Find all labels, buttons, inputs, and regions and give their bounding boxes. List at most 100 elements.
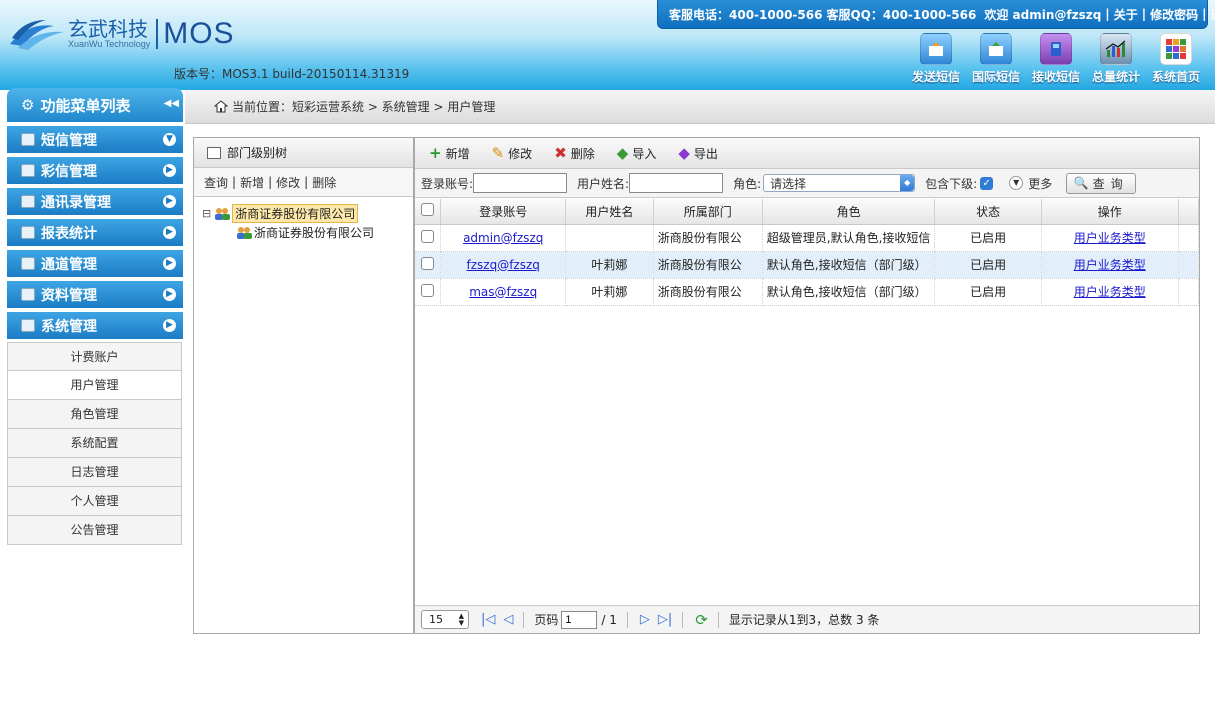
column-header[interactable]: 角色 [762, 199, 936, 225]
role-select[interactable]: 请选择 ◆ [763, 174, 916, 192]
sidebar-title-text: 功能菜单列表 [40, 96, 131, 115]
row-checkbox[interactable] [421, 256, 435, 270]
home-grid-icon [1160, 33, 1192, 65]
separator: | [1141, 7, 1147, 21]
change-password-link[interactable]: 修改密码 [1150, 6, 1198, 23]
submenu-role-management[interactable]: 角色管理 [7, 400, 182, 429]
quick-intl-sms-button[interactable]: 国际短信 [966, 33, 1026, 85]
page-number-input[interactable] [561, 610, 598, 629]
role-cell: 默认角色,接收短信（部门级） [762, 278, 936, 306]
collapse-sidebar-icon[interactable]: ◀◀ [164, 98, 179, 109]
account-input[interactable] [473, 173, 568, 193]
account-link[interactable]: mas@fzszq [469, 285, 537, 299]
first-page-icon[interactable]: |◁ [481, 612, 495, 627]
delete-button[interactable]: ✖ 删除 [554, 144, 595, 162]
tree-actions: 查询 | 新增 | 修改 | 删除 [194, 168, 413, 197]
submenu-notice-management[interactable]: 公告管理 [7, 516, 182, 545]
username-input[interactable] [629, 173, 724, 193]
column-header[interactable]: 状态 [934, 199, 1042, 225]
user-name-cell [565, 224, 654, 252]
import-button[interactable]: ◆ 导入 [617, 144, 657, 162]
column-header[interactable]: 登录账号 [440, 199, 567, 225]
next-page-icon[interactable]: ▷ [640, 612, 650, 627]
logout-link[interactable]: 退出 [1211, 6, 1215, 23]
query-button[interactable]: 🔍 查询 [1066, 172, 1137, 194]
business-type-link[interactable]: 用户业务类型 [1074, 258, 1146, 272]
tree-add-link[interactable]: 新增 [240, 174, 264, 191]
add-button[interactable]: + 新增 [429, 144, 470, 162]
business-type-link[interactable]: 用户业务类型 [1074, 285, 1146, 299]
prev-page-icon[interactable]: ◁ [503, 612, 513, 627]
chevron-down-icon: ▼ [163, 133, 176, 146]
send-sms-icon [920, 33, 952, 65]
tree-query-link[interactable]: 查询 [204, 174, 228, 191]
column-header[interactable]: 操作 [1041, 199, 1179, 225]
edit-button[interactable]: ✎ 修改 [492, 144, 533, 162]
pager-divider [717, 611, 719, 628]
account-link[interactable]: fzszq@fzszq [467, 258, 540, 272]
quick-home-button[interactable]: 系统首页 [1146, 33, 1206, 85]
quick-stats-button[interactable]: 总量统计 [1086, 33, 1146, 85]
menu-reports[interactable]: 报表统计 ▶ [7, 219, 183, 248]
tree-edit-link[interactable]: 修改 [276, 174, 300, 191]
menu-mms[interactable]: 彩信管理 ▶ [7, 157, 183, 186]
chevron-right-icon: ▶ [163, 288, 176, 301]
menu-sms[interactable]: 短信管理 ▼ [7, 126, 183, 155]
submenu-system-config[interactable]: 系统配置 [7, 429, 182, 458]
column-spacer [1178, 199, 1200, 225]
sms-menu-icon [21, 133, 35, 146]
receive-sms-icon [1040, 33, 1072, 65]
export-button[interactable]: ◆ 导出 [678, 144, 718, 162]
role-select-value: 请选择 [770, 176, 807, 191]
quick-send-sms-button[interactable]: 发送短信 [906, 33, 966, 85]
record-summary: 显示记录从1到3，总数 3 条 [728, 613, 880, 627]
quick-nav: 发送短信 国际短信 接收短信 总量统计 系统首页 [906, 33, 1206, 85]
column-header[interactable]: 所属部门 [653, 199, 763, 225]
chevron-right-icon: ▶ [163, 319, 176, 332]
menu-label: 短信管理 [41, 132, 97, 149]
table-row[interactable]: fzszq@fzszq 叶莉娜 浙商股份有限公 默认角色,接收短信（部门级） 已… [415, 251, 1200, 279]
refresh-icon[interactable]: ⟳ [695, 611, 708, 629]
page-size-select[interactable]: 15 ▲ ▼ [421, 610, 469, 629]
tree-child-node[interactable]: 浙商证券股份有限公司 [236, 224, 374, 241]
more-toggle-icon[interactable]: ▼ [1009, 176, 1024, 190]
select-all-cell[interactable] [415, 199, 442, 225]
reports-menu-icon [21, 226, 35, 239]
submenu-user-management[interactable]: 用户管理 [7, 371, 182, 400]
row-spacer [1178, 278, 1200, 306]
column-header[interactable]: 用户姓名 [565, 199, 654, 225]
table-row[interactable]: admin@fzszq 浙商股份有限公 超级管理员,默认角色,接收短信 已启用 … [415, 224, 1200, 252]
tree-root-node[interactable]: ⊟ 浙商证券股份有限公司 [202, 204, 359, 223]
menu-channels[interactable]: 通道管理 ▶ [7, 250, 183, 279]
search-bar: 登录账号: 用户姓名: 角色: 请选择 ◆ 包含下级: ✓ ▼ 更多 🔍 查询 [415, 169, 1199, 198]
business-type-link[interactable]: 用户业务类型 [1074, 231, 1146, 245]
add-icon: + [429, 144, 442, 162]
quick-receive-sms-button[interactable]: 接收短信 [1026, 33, 1086, 85]
export-icon: ◆ [678, 144, 690, 162]
sidebar-title: ⚙ 功能菜单列表 ◀◀ [7, 88, 183, 122]
submenu-personal-management[interactable]: 个人管理 [7, 487, 182, 516]
brand-logo: 玄武科技 XuanWu Technology MOS [8, 14, 235, 54]
about-link[interactable]: 关于 [1114, 6, 1138, 23]
submenu-log-management[interactable]: 日志管理 [7, 458, 182, 487]
table-row[interactable]: mas@fzszq 叶莉娜 浙商股份有限公 默认角色,接收短信（部门级） 已启用… [415, 278, 1200, 306]
role-label: 角色: [733, 176, 762, 191]
select-all-checkbox[interactable] [421, 203, 435, 217]
menu-contacts[interactable]: 通讯录管理 ▶ [7, 188, 183, 217]
menu-materials[interactable]: 资料管理 ▶ [7, 281, 183, 310]
separator: | [232, 175, 237, 189]
tree-collapse-icon[interactable]: ⊟ [202, 207, 211, 220]
department-cell: 浙商股份有限公 [653, 224, 763, 252]
more-label[interactable]: 更多 [1028, 175, 1052, 192]
add-label: 新增 [445, 146, 470, 161]
menu-system[interactable]: 系统管理 ▶ [7, 312, 183, 341]
mms-menu-icon [21, 164, 35, 177]
row-checkbox[interactable] [421, 283, 435, 297]
last-page-icon[interactable]: ▷| [658, 612, 672, 627]
query-label: 查询 [1092, 176, 1129, 191]
include-sub-checkbox[interactable]: ✓ [980, 176, 994, 190]
account-link[interactable]: admin@fzszq [463, 231, 543, 245]
tree-delete-link[interactable]: 删除 [312, 174, 336, 191]
submenu-billing-account[interactable]: 计费账户 [7, 342, 182, 371]
row-checkbox[interactable] [421, 229, 435, 243]
